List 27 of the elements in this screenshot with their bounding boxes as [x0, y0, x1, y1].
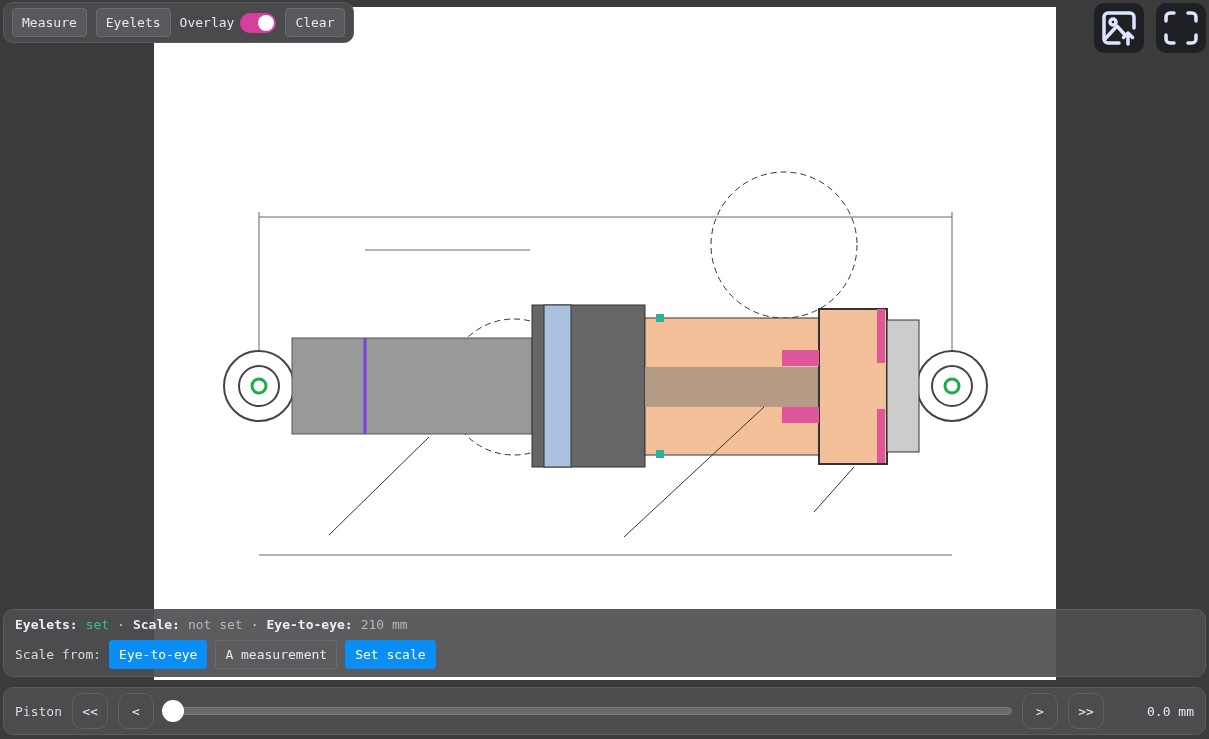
scale-source-button[interactable]: Eye-to-eye [109, 640, 208, 669]
piston-label: Piston [15, 703, 62, 719]
step-back-button[interactable]: < [117, 693, 154, 729]
step-back-button[interactable]: << [71, 693, 108, 729]
toolbar-button[interactable]: Measure [12, 8, 87, 37]
status-label: Eyelets: [15, 617, 78, 632]
separator-dot: · [250, 617, 259, 632]
overlay-label: Overlay [179, 15, 235, 30]
image-upload-icon[interactable] [1094, 3, 1144, 53]
overlay-toggle[interactable] [240, 12, 277, 33]
status-value: 210 mm [360, 617, 408, 632]
step-forward-button[interactable]: >> [1068, 693, 1104, 729]
status-label: Scale: [132, 617, 180, 632]
separator-dot: · [117, 617, 125, 632]
slider-thumb[interactable] [161, 700, 184, 722]
status-value: set [85, 617, 110, 632]
set-scale-button[interactable]: Set scale [345, 640, 436, 669]
scale-source-button[interactable]: A measurement [215, 640, 338, 669]
scale-from-label: Scale from: [15, 647, 102, 662]
status-value: not set [187, 617, 243, 632]
clear-button[interactable]: Clear [285, 8, 345, 37]
step-forward-button[interactable]: > [1022, 693, 1058, 729]
piston-reading: 0.0 mm [1146, 703, 1194, 719]
status-label: Eye-to-eye: [266, 617, 353, 632]
fullscreen-icon[interactable] [1156, 3, 1206, 53]
piston-slider[interactable] [161, 700, 1012, 722]
toolbar-button[interactable]: Eyelets [95, 8, 171, 37]
